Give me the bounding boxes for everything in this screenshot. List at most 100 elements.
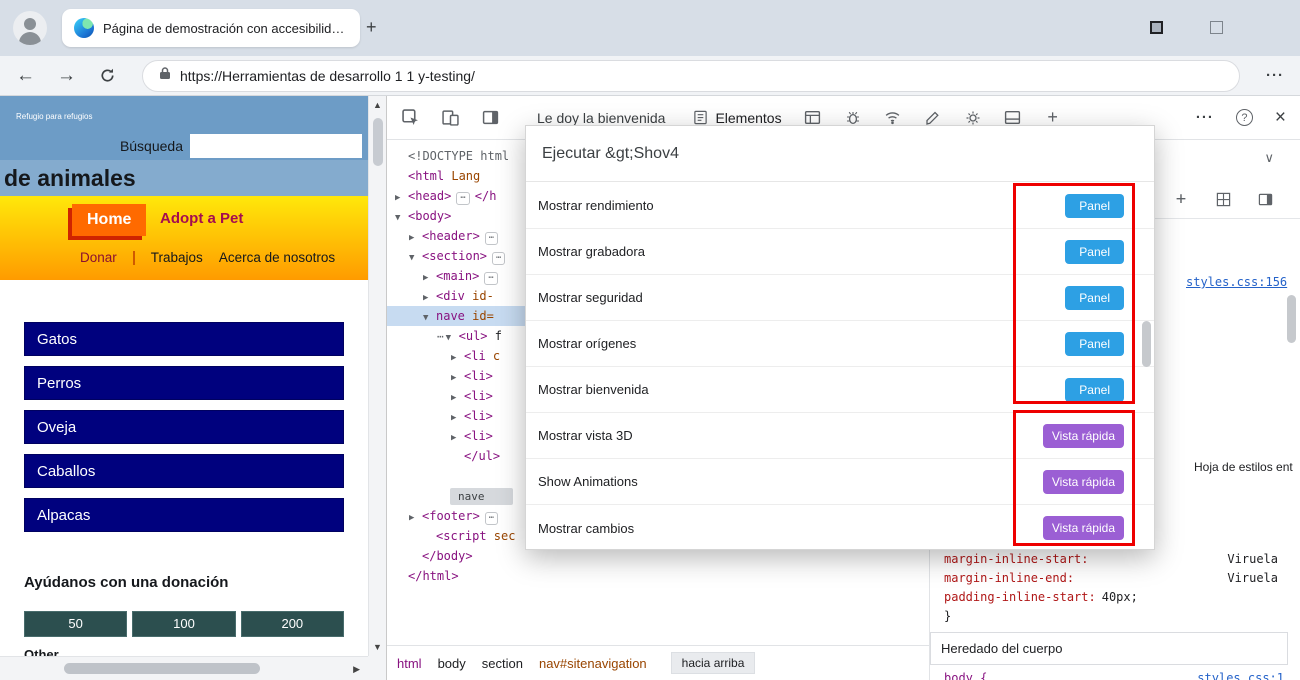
category-button[interactable]: Gatos	[24, 322, 344, 356]
search-input[interactable]	[190, 134, 362, 158]
breadcrumb-item[interactable]: nav#sitenavigation	[539, 656, 647, 671]
collapse-icon[interactable]: ▼	[395, 208, 408, 228]
palette-row[interactable]: Mostrar seguridad Panel	[526, 275, 1154, 321]
expand-inline-icon[interactable]: ⋯	[484, 272, 498, 285]
stylesheet-link[interactable]: styles.css:156	[1186, 275, 1287, 289]
palette-input[interactable]: Ejecutar &gt;Shov4	[526, 126, 1154, 182]
breadcrumb-item[interactable]: html	[397, 656, 422, 671]
tab-elements[interactable]: Elementos	[691, 109, 782, 127]
horizontal-scroll-thumb[interactable]	[64, 663, 260, 674]
panel-badge: Panel	[1065, 239, 1124, 264]
expand-icon[interactable]: ▶	[423, 268, 436, 288]
inspect-icon[interactable]	[401, 109, 419, 127]
expand-icon[interactable]: ▶	[451, 388, 464, 408]
category-button[interactable]: Caballos	[24, 454, 344, 488]
browser-menu-icon[interactable]: ···	[1266, 66, 1284, 86]
palette-scroll-thumb[interactable]	[1142, 321, 1151, 367]
grid-toggle-icon[interactable]	[1214, 190, 1232, 208]
scroll-hint-tooltip: hacia arriba	[670, 652, 756, 674]
expand-icon[interactable]: ▶	[409, 508, 422, 528]
help-icon[interactable]: ?	[1235, 109, 1253, 126]
category-button[interactable]: Oveja	[24, 410, 344, 444]
performance-pen-icon[interactable]	[924, 109, 942, 127]
palette-row[interactable]: Mostrar cambios Vista rápida	[526, 505, 1154, 551]
scroll-down-icon[interactable]: ▼	[369, 638, 386, 656]
console-drawer-icon[interactable]	[804, 109, 822, 127]
new-style-rule-icon[interactable]: +	[1172, 189, 1190, 209]
palette-row-label: Mostrar seguridad	[538, 290, 643, 305]
address-bar[interactable]: https://Herramientas de desarrollo 1 1 y…	[142, 59, 1240, 92]
expand-inline-icon[interactable]: ⋯	[484, 232, 499, 245]
collapse-icon[interactable]: ▼	[446, 328, 459, 348]
jobs-link[interactable]: Trabajos	[151, 250, 203, 265]
donation-buttons: 50 100 200	[24, 611, 344, 637]
palette-row[interactable]: Mostrar rendimiento Panel	[526, 183, 1154, 229]
donation-amount-button[interactable]: 100	[132, 611, 236, 637]
tab-welcome[interactable]: Le doy la bienvenida	[537, 110, 665, 126]
add-tab-icon[interactable]: +	[1044, 107, 1062, 127]
palette-row[interactable]: Mostrar vista 3D Vista rápida	[526, 413, 1154, 459]
device-toolbar-icon[interactable]	[441, 109, 459, 127]
expand-icon[interactable]: ▶	[451, 348, 464, 368]
scroll-up-icon[interactable]: ▲	[369, 96, 386, 114]
chevron-down-icon[interactable]: ∨	[1264, 150, 1274, 166]
restore-window-icon[interactable]	[1150, 21, 1163, 34]
donate-link[interactable]: Donar	[80, 250, 117, 265]
expand-icon[interactable]: ▶	[395, 188, 408, 208]
collapse-icon[interactable]: ▼	[423, 308, 436, 328]
donation-amount-button[interactable]: 200	[240, 611, 344, 637]
debugger-bug-icon[interactable]	[844, 109, 862, 127]
layout-panel-icon[interactable]	[1004, 109, 1022, 127]
computed-panel-icon[interactable]	[1256, 190, 1274, 208]
panel-badge: Panel	[1065, 331, 1124, 356]
expand-inline-icon[interactable]: ⋯	[492, 252, 506, 265]
css-property[interactable]: }	[944, 607, 1278, 626]
about-link[interactable]: Acerca de nosotros	[219, 250, 335, 265]
browser-tab[interactable]: Página de demostración con accesibilidad…	[62, 9, 360, 47]
more-actions-icon[interactable]: ⋯	[437, 330, 444, 343]
adopt-link[interactable]: Adopt a Pet	[160, 210, 243, 227]
devtools-close-icon[interactable]: ×	[1275, 107, 1286, 129]
breadcrumb-item[interactable]: body	[438, 656, 466, 671]
expand-icon[interactable]: ▶	[451, 428, 464, 448]
page-vertical-scrollbar[interactable]: ▲ ▼	[368, 96, 386, 656]
expand-icon[interactable]: ▶	[451, 408, 464, 428]
back-icon[interactable]: ←	[16, 65, 35, 86]
palette-row[interactable]: Mostrar orígenes Panel	[526, 321, 1154, 367]
expand-icon[interactable]: ▶	[423, 288, 436, 308]
vertical-scroll-thumb[interactable]	[373, 118, 383, 166]
reload-icon[interactable]	[98, 67, 116, 85]
css-property[interactable]: margin-inline-end: Viruela	[944, 569, 1278, 588]
expand-inline-icon[interactable]: ⋯	[484, 512, 499, 525]
new-tab-button[interactable]: +	[366, 16, 377, 38]
collapse-icon[interactable]: ▼	[409, 248, 422, 268]
css-property[interactable]: margin-inline-start: Viruela	[944, 550, 1278, 569]
stylesheet-link-bottom[interactable]: styles.css:1	[1197, 671, 1284, 680]
issues-gear-icon[interactable]	[964, 109, 982, 127]
devtools-more-icon[interactable]: ···	[1196, 108, 1214, 128]
donation-amount-button[interactable]: 50	[24, 611, 128, 637]
network-wifi-icon[interactable]	[884, 109, 902, 127]
dock-side-icon[interactable]	[481, 109, 499, 127]
expand-inline-icon[interactable]: ⋯	[456, 192, 470, 205]
css-property[interactable]: padding-inline-start: 40px;	[944, 588, 1278, 607]
expand-icon[interactable]: ▶	[451, 368, 464, 388]
home-link[interactable]: Home	[72, 204, 147, 236]
panel-badge: Panel	[1065, 377, 1124, 402]
maximize-window-icon[interactable]	[1210, 21, 1223, 34]
page-horizontal-scrollbar[interactable]: ▶	[0, 656, 368, 680]
scroll-right-icon[interactable]: ▶	[353, 664, 360, 675]
palette-row[interactable]: Show Animations Vista rápida	[526, 459, 1154, 505]
inherited-section-header[interactable]: Heredado del cuerpo	[930, 632, 1288, 665]
palette-row[interactable]: Mostrar bienvenida Panel	[526, 367, 1154, 413]
palette-row[interactable]: Mostrar grabadora Panel	[526, 229, 1154, 275]
breadcrumb-item[interactable]: section	[482, 656, 523, 671]
dom-tree-line[interactable]: </html>	[387, 566, 929, 586]
forward-icon[interactable]: →	[57, 65, 76, 86]
styles-scroll-thumb[interactable]	[1287, 295, 1296, 343]
profile-avatar[interactable]	[13, 11, 47, 45]
category-button[interactable]: Perros	[24, 366, 344, 400]
category-button[interactable]: Alpacas	[24, 498, 344, 532]
expand-icon[interactable]: ▶	[409, 228, 422, 248]
page-tagline: Refugio para refugios	[16, 112, 93, 121]
